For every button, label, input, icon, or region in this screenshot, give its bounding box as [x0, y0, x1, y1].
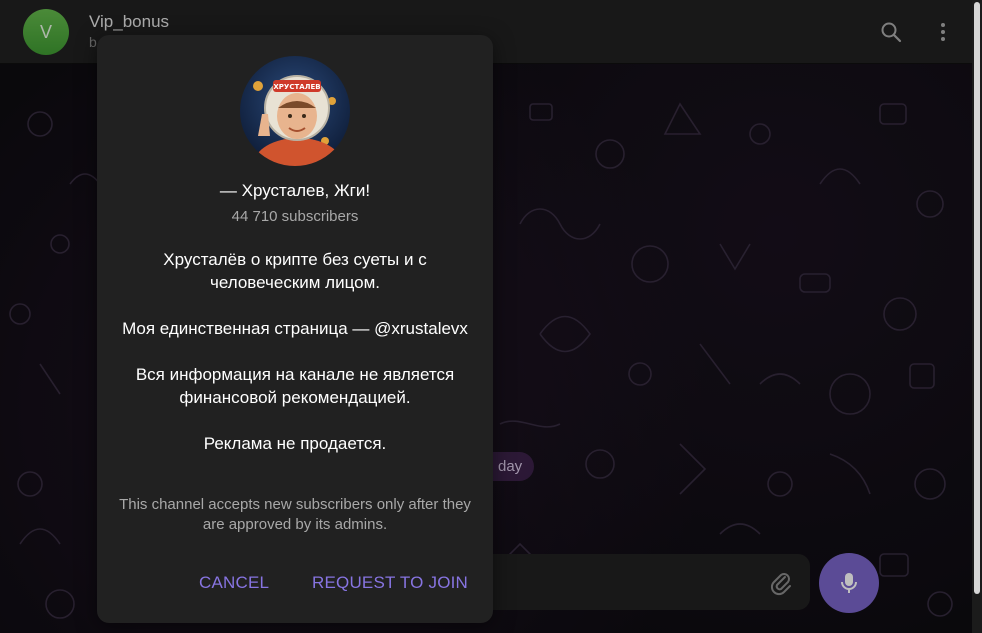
description-line: Вся информация на канале не является фин…: [135, 365, 455, 407]
channel-photo: ХРУСТАЛЕВ: [240, 56, 350, 166]
request-to-join-button[interactable]: REQUEST TO JOIN: [312, 573, 468, 593]
cancel-button[interactable]: CANCEL: [199, 573, 269, 593]
channel-description: Хрусталёв о крипте без суеты и с человеч…: [117, 248, 473, 478]
join-channel-dialog: ХРУСТАЛЕВ — Хрусталев, Жги! 44 710 subsc…: [97, 35, 493, 623]
description-line: Хрусталёв о крипте без суеты и с человеч…: [163, 250, 427, 292]
photo-badge-text: ХРУСТАЛЕВ: [273, 83, 320, 91]
description-line: Реклама не продается.: [203, 434, 387, 453]
description-line: Моя единственная страница — @xrustalevx: [122, 319, 468, 338]
scrollbar-thumb[interactable]: [974, 2, 980, 594]
approval-note: This channel accepts new subscribers onl…: [119, 496, 471, 533]
subscriber-count: 44 710 subscribers: [231, 208, 359, 225]
channel-name: — Хрусталев, Жги!: [219, 181, 371, 200]
